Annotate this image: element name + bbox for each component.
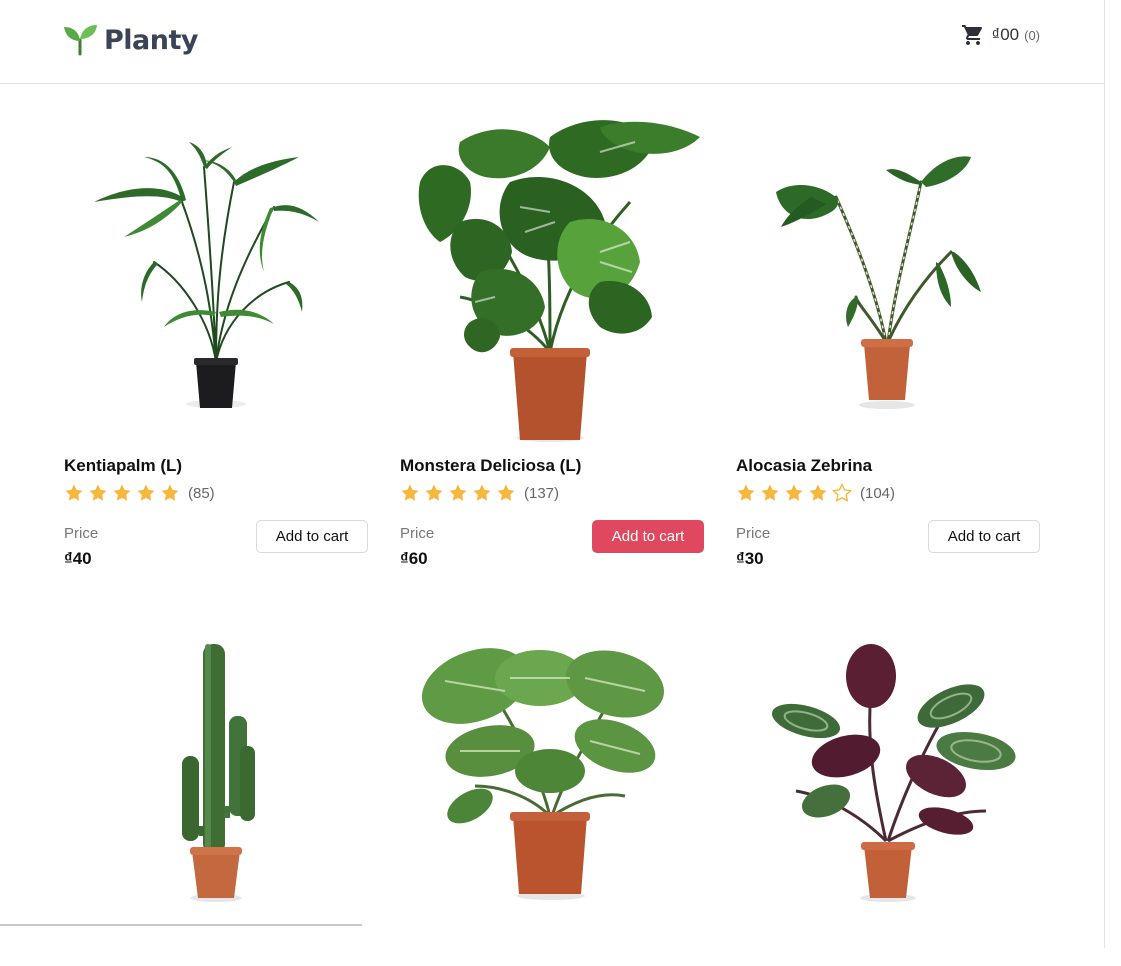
- star-icon: [137, 484, 155, 501]
- review-count: (104): [860, 484, 896, 502]
- price-label: Price: [64, 525, 99, 542]
- cart-count: (0): [1024, 27, 1040, 43]
- star-icon: [65, 484, 83, 501]
- add-to-cart-button[interactable]: Add to cart: [256, 520, 368, 553]
- star-outline-icon: [832, 483, 852, 502]
- review-count: (137): [524, 484, 560, 502]
- window-edge: [1104, 0, 1105, 948]
- brand-name: Planty: [104, 24, 199, 56]
- price-value: ₫30: [736, 549, 764, 568]
- price-value: ₫60: [400, 549, 428, 568]
- review-count: (85): [188, 484, 215, 502]
- star-icon: [113, 484, 131, 501]
- star-icon: [161, 484, 179, 501]
- cart-total: ₫00: [991, 25, 1020, 44]
- sprout-icon: [64, 25, 97, 56]
- star-icon: [761, 484, 779, 501]
- product-name[interactable]: Monstera Deliciosa (L): [400, 456, 581, 476]
- calathea-orbifolia-image[interactable]: [400, 636, 704, 966]
- alocasia-image[interactable]: [736, 112, 1040, 442]
- cactus-image[interactable]: [64, 636, 368, 966]
- product-name[interactable]: Kentiapalm (L): [64, 456, 182, 476]
- cart-icon: [962, 25, 983, 45]
- star-icon: [809, 484, 827, 501]
- price-value: ₫40: [64, 549, 92, 568]
- price-label: Price: [400, 525, 435, 542]
- star-icon: [89, 484, 107, 501]
- product-rating: (85): [64, 483, 215, 503]
- star-icon: [401, 484, 419, 501]
- kentia-palm-image[interactable]: [64, 112, 368, 442]
- product-rating: (137): [400, 483, 559, 503]
- star-icon: [737, 484, 755, 501]
- star-icon: [425, 484, 443, 501]
- product-rating: (104): [736, 483, 895, 503]
- add-to-cart-button[interactable]: Add to cart: [928, 520, 1040, 553]
- cart-button[interactable]: ₫00 (0): [961, 23, 1040, 47]
- price-label: Price: [736, 525, 771, 542]
- star-icon: [473, 484, 491, 501]
- calathea-medallion-image[interactable]: [736, 636, 1040, 966]
- star-icon: [785, 484, 803, 501]
- add-to-cart-button[interactable]: Add to cart: [592, 520, 704, 553]
- page: Planty ₫00 (0) Kentiapalm (L) (85) Price…: [0, 0, 1104, 948]
- horizontal-scrollbar[interactable]: [0, 924, 362, 926]
- brand-logo[interactable]: Planty: [63, 24, 199, 56]
- star-icon: [449, 484, 467, 501]
- star-icon: [497, 484, 515, 501]
- monstera-image[interactable]: [400, 112, 704, 442]
- product-name[interactable]: Alocasia Zebrina: [736, 456, 872, 476]
- header: Planty ₫00 (0): [0, 0, 1104, 84]
